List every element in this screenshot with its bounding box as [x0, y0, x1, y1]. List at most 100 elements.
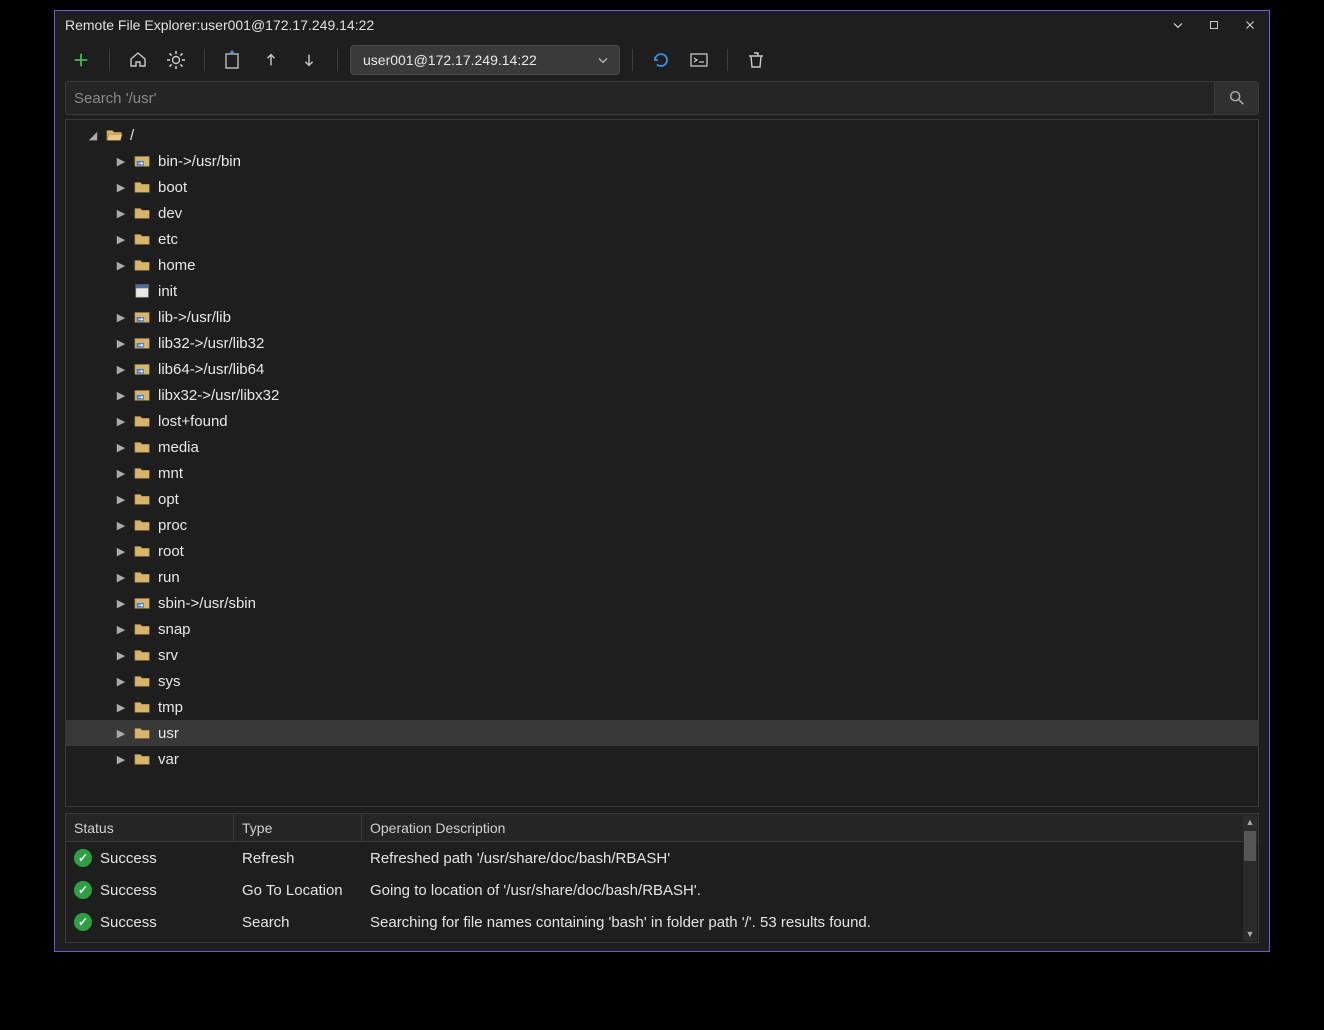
- tree-item-label: mnt: [158, 465, 183, 482]
- tree-root[interactable]: ◢ /: [66, 122, 1258, 148]
- expand-icon: ▶: [114, 545, 128, 558]
- header-status[interactable]: Status: [66, 814, 234, 841]
- header-desc[interactable]: Operation Description: [362, 814, 1258, 841]
- expand-icon: ▶: [114, 519, 128, 532]
- search-button[interactable]: [1214, 82, 1258, 114]
- refresh-button[interactable]: [645, 44, 677, 76]
- type-text: Go To Location: [234, 882, 362, 899]
- tree-item-label: etc: [158, 231, 178, 248]
- expand-icon: ▶: [114, 753, 128, 766]
- symlink-icon: [134, 153, 152, 169]
- close-button[interactable]: [1239, 14, 1261, 36]
- success-icon: ✓: [74, 849, 92, 867]
- tree-item[interactable]: ▶bin->/usr/bin: [66, 148, 1258, 174]
- chevron-down-icon: [595, 52, 611, 68]
- tree-item-label: proc: [158, 517, 187, 534]
- upload-button[interactable]: [255, 44, 287, 76]
- folder-icon: [134, 257, 152, 273]
- connection-selector[interactable]: user001@172.17.249.14:22: [350, 45, 620, 75]
- home-button[interactable]: [122, 44, 154, 76]
- expand-icon: ▶: [114, 675, 128, 688]
- expand-icon: ▶: [114, 441, 128, 454]
- tree-item[interactable]: init: [66, 278, 1258, 304]
- tree-item[interactable]: ▶sbin->/usr/sbin: [66, 590, 1258, 616]
- status-row[interactable]: ✓SuccessSearchSearching for file names c…: [66, 906, 1258, 938]
- tree-item[interactable]: ▶ root: [66, 538, 1258, 564]
- status-row[interactable]: ✓SuccessRefreshRefreshed path '/usr/shar…: [66, 842, 1258, 874]
- tree-item-label: usr: [158, 725, 179, 742]
- terminal-button[interactable]: [683, 44, 715, 76]
- maximize-button[interactable]: [1203, 14, 1225, 36]
- tree-item[interactable]: ▶lib64->/usr/lib64: [66, 356, 1258, 382]
- tree-item-label: bin->/usr/bin: [158, 153, 241, 170]
- minimize-button[interactable]: [1167, 14, 1189, 36]
- tree-item-label: srv: [158, 647, 178, 664]
- symlink-icon: [134, 387, 152, 403]
- status-scrollbar[interactable]: ▲ ▼: [1243, 815, 1257, 941]
- folder-icon: [134, 569, 152, 585]
- tree-item[interactable]: ▶snap: [66, 616, 1258, 642]
- folder-icon: [134, 179, 152, 195]
- tree-item-label: root: [158, 543, 184, 560]
- symlink-icon: [134, 361, 152, 377]
- tree-item[interactable]: ▶tmp: [66, 694, 1258, 720]
- delete-button[interactable]: [740, 44, 772, 76]
- expand-icon: ▶: [114, 181, 128, 194]
- tree-item[interactable]: ▶mnt: [66, 460, 1258, 486]
- tree-item-label: lib64->/usr/lib64: [158, 361, 264, 378]
- desc-text: Refreshed path '/usr/share/doc/bash/RBAS…: [362, 850, 1258, 867]
- tree-item[interactable]: ▶ lib32->/usr/lib32: [66, 330, 1258, 356]
- folder-icon: [134, 751, 152, 767]
- tree-item[interactable]: ▶usr: [66, 720, 1258, 746]
- tree-item[interactable]: ▶ boot: [66, 174, 1258, 200]
- expand-icon: ▶: [114, 623, 128, 636]
- header-type[interactable]: Type: [234, 814, 362, 841]
- tree-item[interactable]: ▶media: [66, 434, 1258, 460]
- tree-item[interactable]: ▶sys: [66, 668, 1258, 694]
- scroll-up-icon[interactable]: ▲: [1246, 815, 1255, 829]
- tree-item[interactable]: ▶home: [66, 252, 1258, 278]
- tree-item-label: lib32->/usr/lib32: [158, 335, 264, 352]
- tree-item[interactable]: ▶run: [66, 564, 1258, 590]
- expand-icon: ▶: [114, 649, 128, 662]
- tree-item[interactable]: ▶libx32->/usr/libx32: [66, 382, 1258, 408]
- status-row[interactable]: ✓SuccessSearchSearching for file names c…: [66, 938, 1258, 942]
- folder-icon: [134, 673, 152, 689]
- expand-icon: ▶: [114, 389, 128, 402]
- expand-icon: ▶: [114, 207, 128, 220]
- search-input[interactable]: [66, 90, 1214, 107]
- expand-icon: ▶: [114, 337, 128, 350]
- tree-item[interactable]: ▶dev: [66, 200, 1258, 226]
- settings-button[interactable]: [160, 44, 192, 76]
- scroll-thumb[interactable]: [1244, 831, 1256, 861]
- expand-icon: ▶: [114, 597, 128, 610]
- tree-item[interactable]: ▶lib->/usr/lib: [66, 304, 1258, 330]
- tree-item[interactable]: ▶ srv: [66, 642, 1258, 668]
- status-body: ✓SuccessRefreshRefreshed path '/usr/shar…: [66, 842, 1258, 942]
- upload-page-button[interactable]: [217, 44, 249, 76]
- status-panel: Status Type Operation Description ✓Succe…: [65, 813, 1259, 943]
- folder-icon: [134, 491, 152, 507]
- tree-item[interactable]: ▶opt: [66, 486, 1258, 512]
- scroll-down-icon[interactable]: ▼: [1246, 927, 1255, 941]
- folder-icon: [134, 413, 152, 429]
- tree-item[interactable]: ▶etc: [66, 226, 1258, 252]
- status-row[interactable]: ✓SuccessGo To LocationGoing to location …: [66, 874, 1258, 906]
- expand-icon: ▶: [114, 571, 128, 584]
- tree-item-label: boot: [158, 179, 187, 196]
- folder-icon: [134, 439, 152, 455]
- folder-icon: [134, 543, 152, 559]
- folder-icon: [134, 231, 152, 247]
- status-text: Success: [100, 850, 157, 867]
- expand-icon: ▶: [114, 259, 128, 272]
- file-tree[interactable]: ◢ / ▶bin->/usr/bin▶boot▶dev▶etc▶homeinit…: [65, 119, 1259, 807]
- symlink-icon: [134, 595, 152, 611]
- folder-icon: [134, 465, 152, 481]
- folder-icon: [134, 699, 152, 715]
- download-button[interactable]: [293, 44, 325, 76]
- file-icon: [134, 283, 152, 299]
- tree-item[interactable]: ▶ proc: [66, 512, 1258, 538]
- new-button[interactable]: [65, 44, 97, 76]
- tree-item[interactable]: ▶var: [66, 746, 1258, 772]
- tree-item[interactable]: ▶lost+found: [66, 408, 1258, 434]
